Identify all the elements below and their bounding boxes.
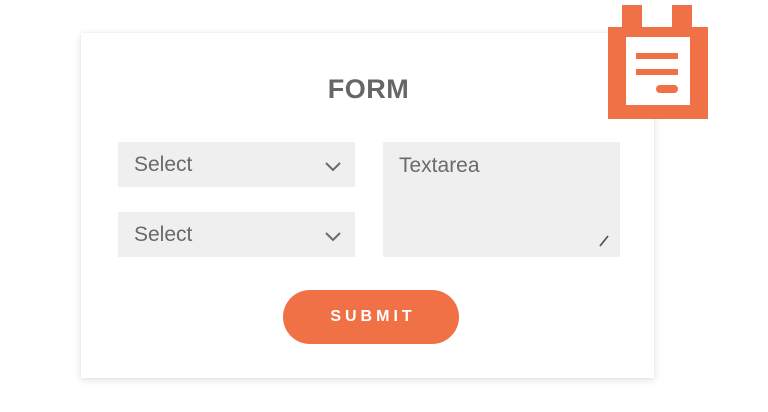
textarea-placeholder: Textarea xyxy=(399,154,480,177)
canvas: FORM Select Select Textarea SUBMIT xyxy=(0,0,768,412)
chevron-down-icon xyxy=(325,231,341,241)
select-2-value: Select xyxy=(134,222,193,246)
resize-grip-icon[interactable] xyxy=(598,235,610,247)
select-1-value: Select xyxy=(134,152,193,176)
clipboard-form-icon xyxy=(608,5,708,119)
select-field-2[interactable]: Select xyxy=(118,212,355,257)
submit-button[interactable]: SUBMIT xyxy=(283,290,459,344)
select-field-1[interactable]: Select xyxy=(118,142,355,187)
textarea-field[interactable]: Textarea xyxy=(383,142,620,257)
chevron-down-icon xyxy=(325,161,341,171)
